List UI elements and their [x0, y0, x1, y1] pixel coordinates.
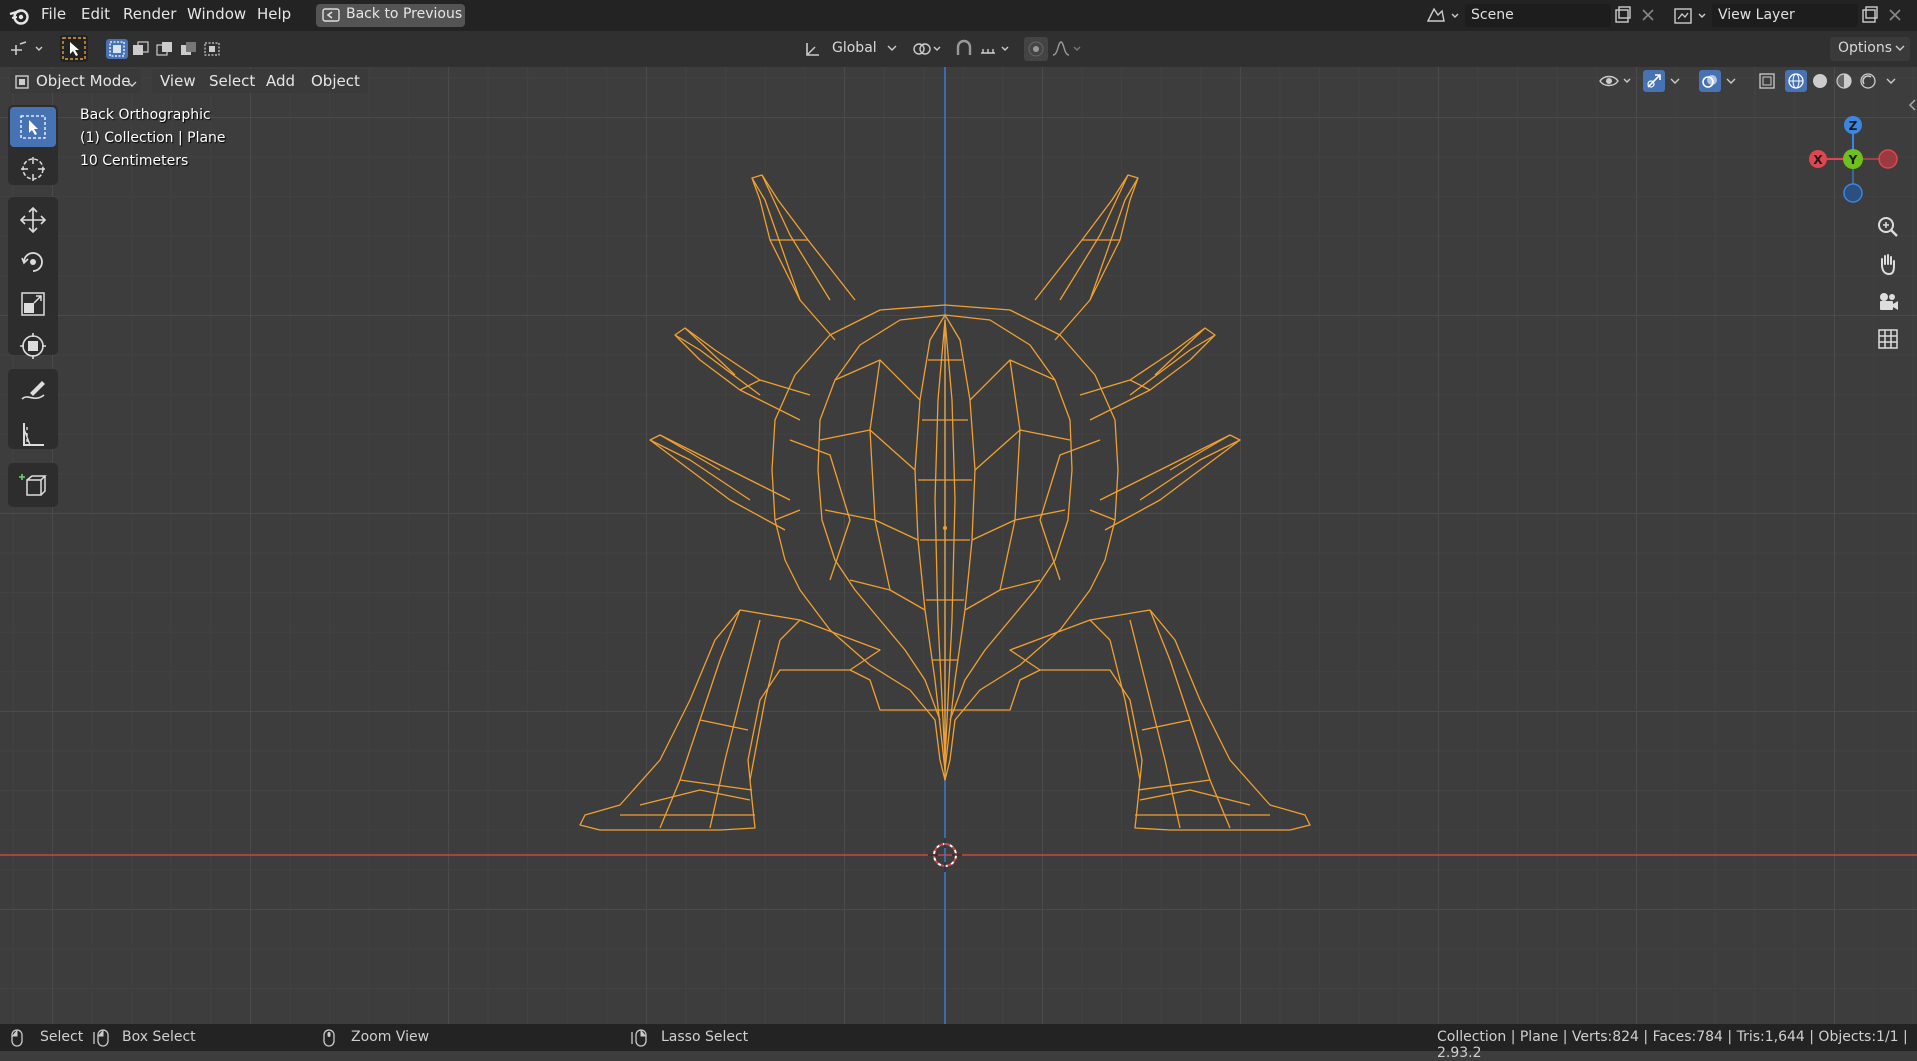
mode-subtract-selection-icon[interactable] [154, 39, 176, 59]
solid-shading-icon[interactable] [1809, 70, 1831, 92]
options-dropdown[interactable]: Options [1830, 37, 1910, 61]
selection-mode-buttons [106, 39, 226, 59]
gizmo-y-label: Y [1848, 153, 1858, 167]
collection-info-label: (1) Collection | Plane [80, 130, 226, 146]
status-zoom-view-label: Zoom View [351, 1029, 430, 1045]
move-tool[interactable] [10, 200, 56, 240]
pan-hand-icon[interactable] [1872, 248, 1904, 280]
scene-browse-button[interactable] [1424, 5, 1464, 27]
select-box-tool[interactable] [10, 107, 56, 147]
orientation-icon [804, 40, 822, 62]
snap-toggle-icon[interactable] [952, 37, 976, 61]
navigation-gizmo[interactable]: Z X Y [1797, 107, 1909, 207]
scene-statistics: Collection | Plane | Verts:824 | Faces:7… [1437, 1029, 1908, 1061]
material-preview-shading-icon[interactable] [1833, 70, 1855, 92]
mouse-left-icon [10, 1029, 24, 1051]
editor-type-button[interactable] [8, 38, 48, 60]
options-label: Options [1838, 40, 1893, 56]
proportional-editing-toggle[interactable] [1024, 37, 1048, 61]
object-mode-icon [14, 73, 30, 97]
gizmo-toggle-icon[interactable] [1643, 70, 1665, 92]
active-tool-button[interactable] [60, 35, 88, 62]
xray-toggle-icon[interactable] [1756, 70, 1778, 92]
viewport-menu-object[interactable]: Object [303, 69, 368, 93]
overlays-dropdown-chevron-icon[interactable] [1723, 70, 1739, 92]
blender-logo-icon[interactable] [8, 6, 30, 30]
viewport-menu-select[interactable]: Select [201, 69, 264, 93]
viewport-scene [0, 67, 1917, 1024]
annotate-tool[interactable] [10, 372, 56, 412]
camera-view-icon[interactable] [1872, 286, 1904, 318]
status-box-select-label: Box Select [122, 1029, 196, 1045]
transform-tool[interactable] [10, 326, 56, 366]
transform-orientation-dropdown[interactable]: Global [802, 37, 900, 61]
add-cube-tool[interactable] [10, 465, 56, 505]
proportional-falloff-dropdown[interactable] [1050, 37, 1086, 61]
visibility-dropdown[interactable] [1598, 70, 1634, 92]
shading-dropdown-chevron-icon[interactable] [1883, 70, 1899, 92]
scene-name-field[interactable]: Scene [1465, 4, 1611, 27]
view-layer-name-field[interactable]: View Layer [1712, 4, 1858, 27]
delete-scene-icon[interactable] [1640, 6, 1656, 28]
3d-viewport[interactable]: Object Mode View Select Add Object Back … [0, 67, 1917, 1024]
pivot-point-dropdown[interactable] [910, 37, 946, 61]
grid-scale-label: 10 Centimeters [80, 153, 189, 169]
status-lasso-select-label: Lasso Select [661, 1029, 749, 1045]
mode-intersect-selection-icon[interactable] [202, 39, 224, 59]
top-bar: File Edit Render Window Help Back to Pre… [0, 0, 1917, 31]
mouse-middle-icon [322, 1029, 336, 1051]
rotate-tool[interactable] [10, 242, 56, 282]
tool-settings-header: Global Options [0, 31, 1917, 68]
viewport-menu-add[interactable]: Add [258, 69, 304, 93]
chevron-down-icon [886, 41, 898, 59]
back-to-previous-button[interactable]: Back to Previous [316, 4, 465, 27]
back-to-previous-label: Back to Previous [346, 6, 463, 22]
view-layer-browse-button[interactable] [1671, 5, 1711, 27]
wireframe-shading-icon[interactable] [1785, 70, 1807, 92]
menu-window[interactable]: Window [187, 5, 246, 23]
status-select-label: Select [40, 1029, 84, 1045]
scale-tool[interactable] [10, 284, 56, 324]
orientation-label: Global [832, 40, 877, 56]
menu-render[interactable]: Render [123, 5, 176, 23]
object-mode-label: Object Mode [36, 72, 131, 90]
back-icon [322, 7, 340, 27]
mode-extend-selection-icon[interactable] [130, 39, 152, 59]
cursor-tool[interactable] [10, 149, 56, 189]
mode-new-selection-icon[interactable] [106, 39, 128, 59]
chevron-down-icon [1894, 41, 1906, 59]
sidebar-toggle-chevron-icon[interactable] [1907, 97, 1917, 117]
perspective-toggle-icon[interactable] [1872, 323, 1904, 355]
gizmo-dropdown-chevron-icon[interactable] [1667, 70, 1683, 92]
menu-file[interactable]: File [41, 5, 66, 23]
measure-tool[interactable] [10, 414, 56, 454]
new-view-layer-icon[interactable] [1861, 6, 1879, 28]
mouse-right-drag-icon [630, 1029, 650, 1051]
object-origin [943, 526, 947, 530]
gizmo-x-label: X [1813, 153, 1823, 167]
mode-invert-selection-icon[interactable] [178, 39, 200, 59]
gizmo-z-label: Z [1849, 119, 1858, 133]
viewport-menu-view[interactable]: View [152, 69, 204, 93]
overlays-toggle-icon[interactable] [1699, 70, 1721, 92]
chevron-down-icon [126, 74, 138, 98]
rendered-shading-icon[interactable] [1857, 70, 1879, 92]
menu-edit[interactable]: Edit [81, 5, 110, 23]
view-name-label: Back Orthographic [80, 107, 211, 123]
zoom-icon[interactable] [1872, 211, 1904, 243]
mouse-drag-icon [92, 1029, 112, 1051]
scene-name-text: Scene [1471, 7, 1514, 23]
delete-view-layer-icon[interactable] [1887, 6, 1903, 28]
object-mode-dropdown[interactable]: Object Mode [10, 69, 141, 93]
new-scene-icon[interactable] [1614, 6, 1632, 28]
snap-target-dropdown[interactable] [978, 37, 1014, 61]
menu-help[interactable]: Help [257, 5, 291, 23]
view-layer-name-text: View Layer [1718, 7, 1795, 23]
status-bar: Select Box Select Zoom View Lasso Select… [0, 1024, 1917, 1061]
